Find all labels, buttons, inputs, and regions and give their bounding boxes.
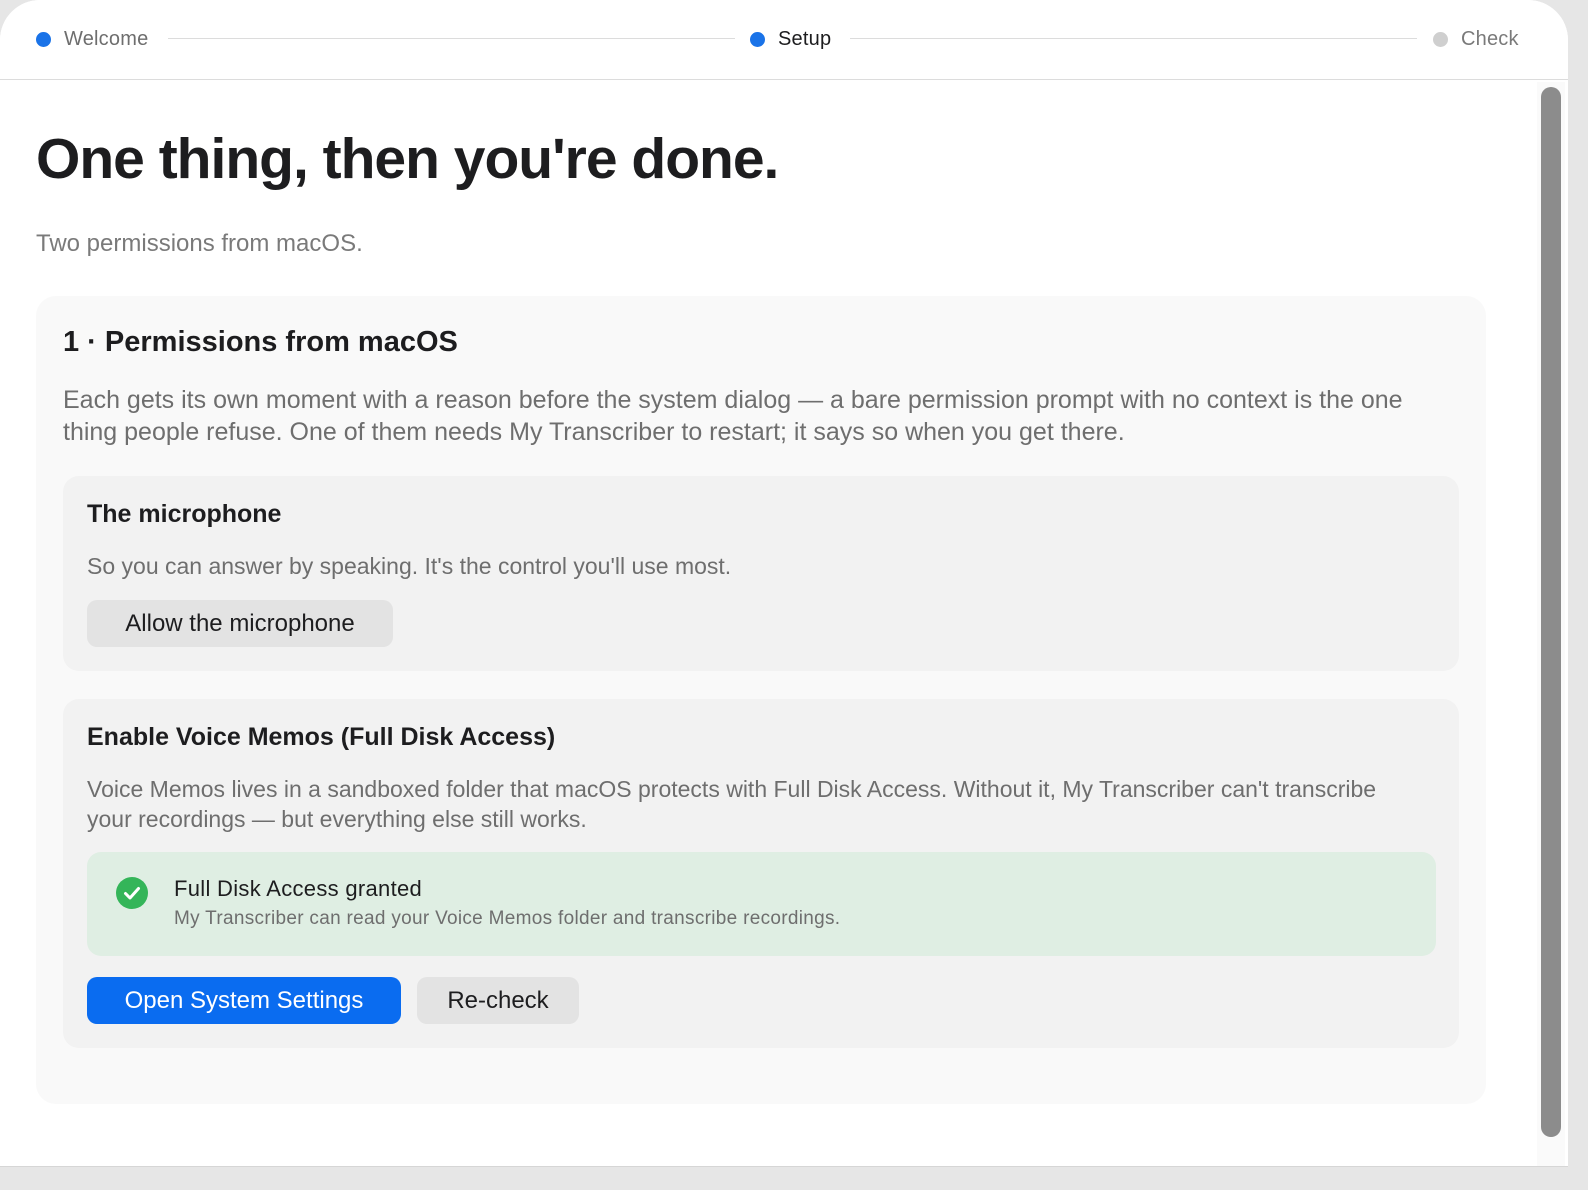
step-welcome[interactable]: Welcome	[36, 26, 148, 52]
step-welcome-dot	[36, 31, 51, 47]
section-description: Each gets its own moment with a reason b…	[63, 386, 1403, 446]
page-title: One thing, then you're done.	[36, 127, 779, 191]
step-check[interactable]: Check	[1433, 26, 1519, 52]
scrollbar-thumb[interactable]	[1541, 87, 1561, 1137]
status-detail: My Transcriber can read your Voice Memos…	[174, 908, 841, 929]
step-check-dot	[1433, 31, 1448, 47]
allow-microphone-button[interactable]: Allow the microphone	[87, 600, 393, 647]
step-setup-label: Setup	[778, 27, 832, 50]
full-disk-access-status-banner: Full Disk Access granted My Transcriber …	[87, 852, 1436, 956]
full-disk-access-title: Enable Voice Memos (Full Disk Access)	[87, 723, 556, 751]
step-connector	[850, 38, 1417, 39]
section-title: 1 · Permissions from macOS	[63, 326, 458, 358]
microphone-title: The microphone	[87, 500, 282, 528]
open-system-settings-button[interactable]: Open System Settings	[87, 977, 401, 1024]
status-title: Full Disk Access granted	[174, 876, 423, 901]
step-setup-dot	[750, 31, 765, 47]
setup-window: Welcome Setup Check One thing, then you'…	[0, 0, 1568, 1167]
permissions-section: 1 · Permissions from macOS Each gets its…	[36, 296, 1486, 1104]
recheck-button[interactable]: Re-check	[417, 977, 579, 1024]
step-welcome-label: Welcome	[64, 27, 149, 50]
full-disk-access-card: Enable Voice Memos (Full Disk Access) Vo…	[63, 699, 1459, 1048]
progress-stepper: Welcome Setup Check	[0, 0, 1568, 80]
step-setup[interactable]: Setup	[750, 26, 831, 52]
step-check-label: Check	[1461, 27, 1519, 50]
microphone-permission-card: The microphone So you can answer by spea…	[63, 476, 1459, 671]
step-connector	[168, 38, 735, 39]
checkmark-circle-icon	[116, 877, 148, 909]
page-subtitle: Two permissions from macOS.	[36, 230, 363, 257]
full-disk-access-description: Voice Memos lives in a sandboxed folder …	[87, 776, 1377, 832]
microphone-description: So you can answer by speaking. It's the …	[87, 553, 732, 579]
